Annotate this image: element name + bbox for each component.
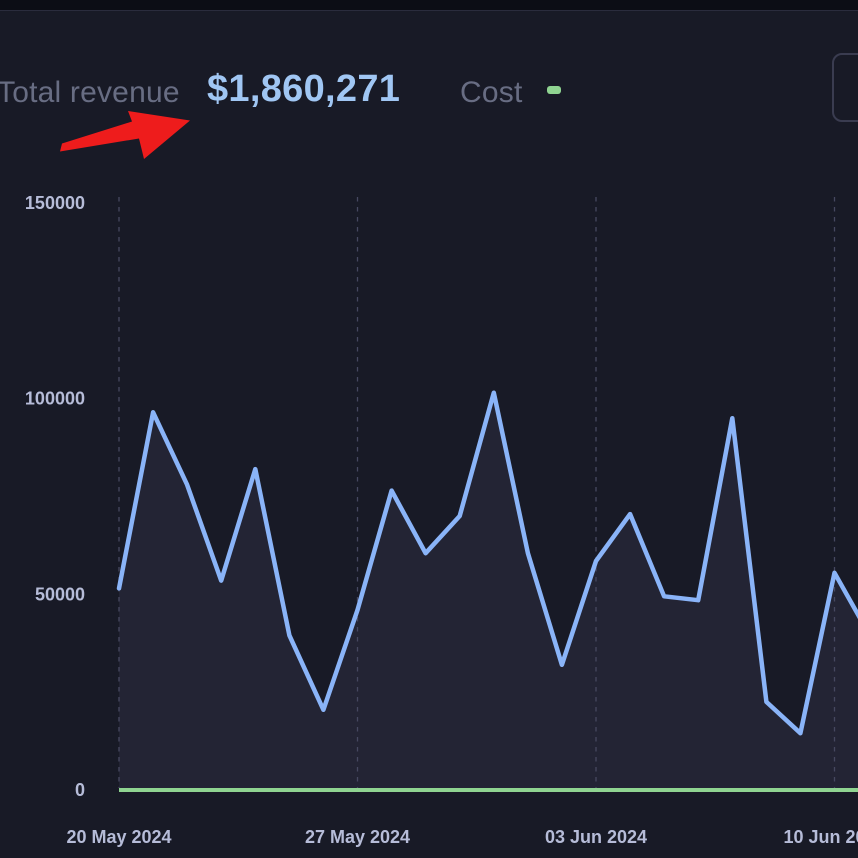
y-tick-label: 100000 xyxy=(25,389,85,409)
y-tick-label: 150000 xyxy=(25,193,85,213)
x-tick-label: 27 May 2024 xyxy=(305,827,410,847)
revenue-cost-chart[interactable]: 150000 100000 50000 0 20 May 2024 27 May 2024… xyxy=(0,0,858,858)
y-tick-label: 50000 xyxy=(35,584,85,604)
x-tick-label: 03 Jun 2024 xyxy=(545,827,647,847)
revenue-area xyxy=(119,393,858,790)
dashboard-panel: Total revenue $1,860,271 Cost - 15000010… xyxy=(0,0,858,858)
y-tick-label: 0 xyxy=(75,780,85,800)
x-tick-label: 10 Jun 2024 xyxy=(783,827,858,847)
x-tick-label: 20 May 2024 xyxy=(66,827,171,847)
